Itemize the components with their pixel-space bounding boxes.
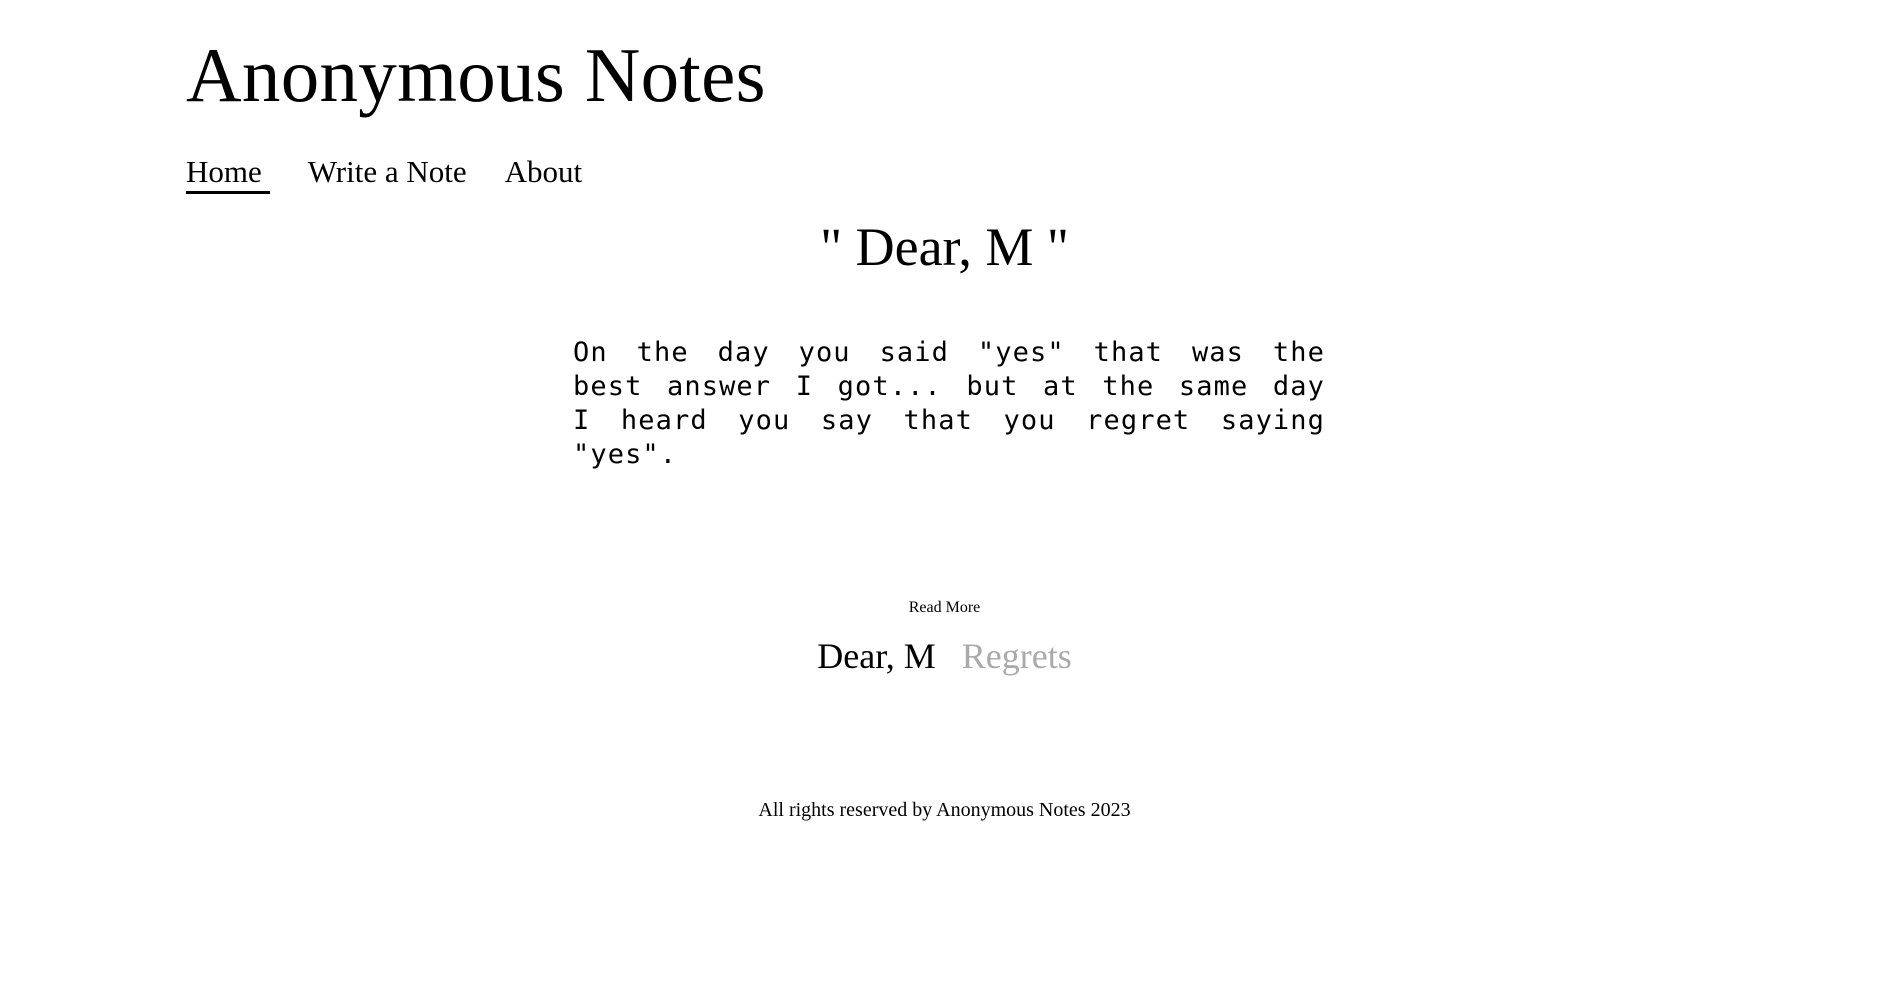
site-header: Anonymous Notes Home Write a Note About xyxy=(186,30,1186,194)
read-more-links: Dear, M Regrets xyxy=(0,634,1889,678)
nav-about-link[interactable]: About xyxy=(505,154,583,194)
nav-write-note-link[interactable]: Write a Note xyxy=(308,154,467,194)
main-nav: Home Write a Note About xyxy=(186,154,1186,194)
read-more-label: Read More xyxy=(908,599,981,616)
note-title: " Dear, M " xyxy=(820,217,1069,277)
nav-home-link[interactable]: Home xyxy=(186,154,270,194)
note-link-regrets[interactable]: Regrets xyxy=(962,634,1072,678)
site-title: Anonymous Notes xyxy=(186,32,766,118)
note-link-dear-m[interactable]: Dear, M xyxy=(817,634,936,678)
note-body: On the day you said "yes" that was the b… xyxy=(573,337,1325,470)
footer-copyright: All rights reserved by Anonymous Notes 2… xyxy=(758,799,1131,821)
